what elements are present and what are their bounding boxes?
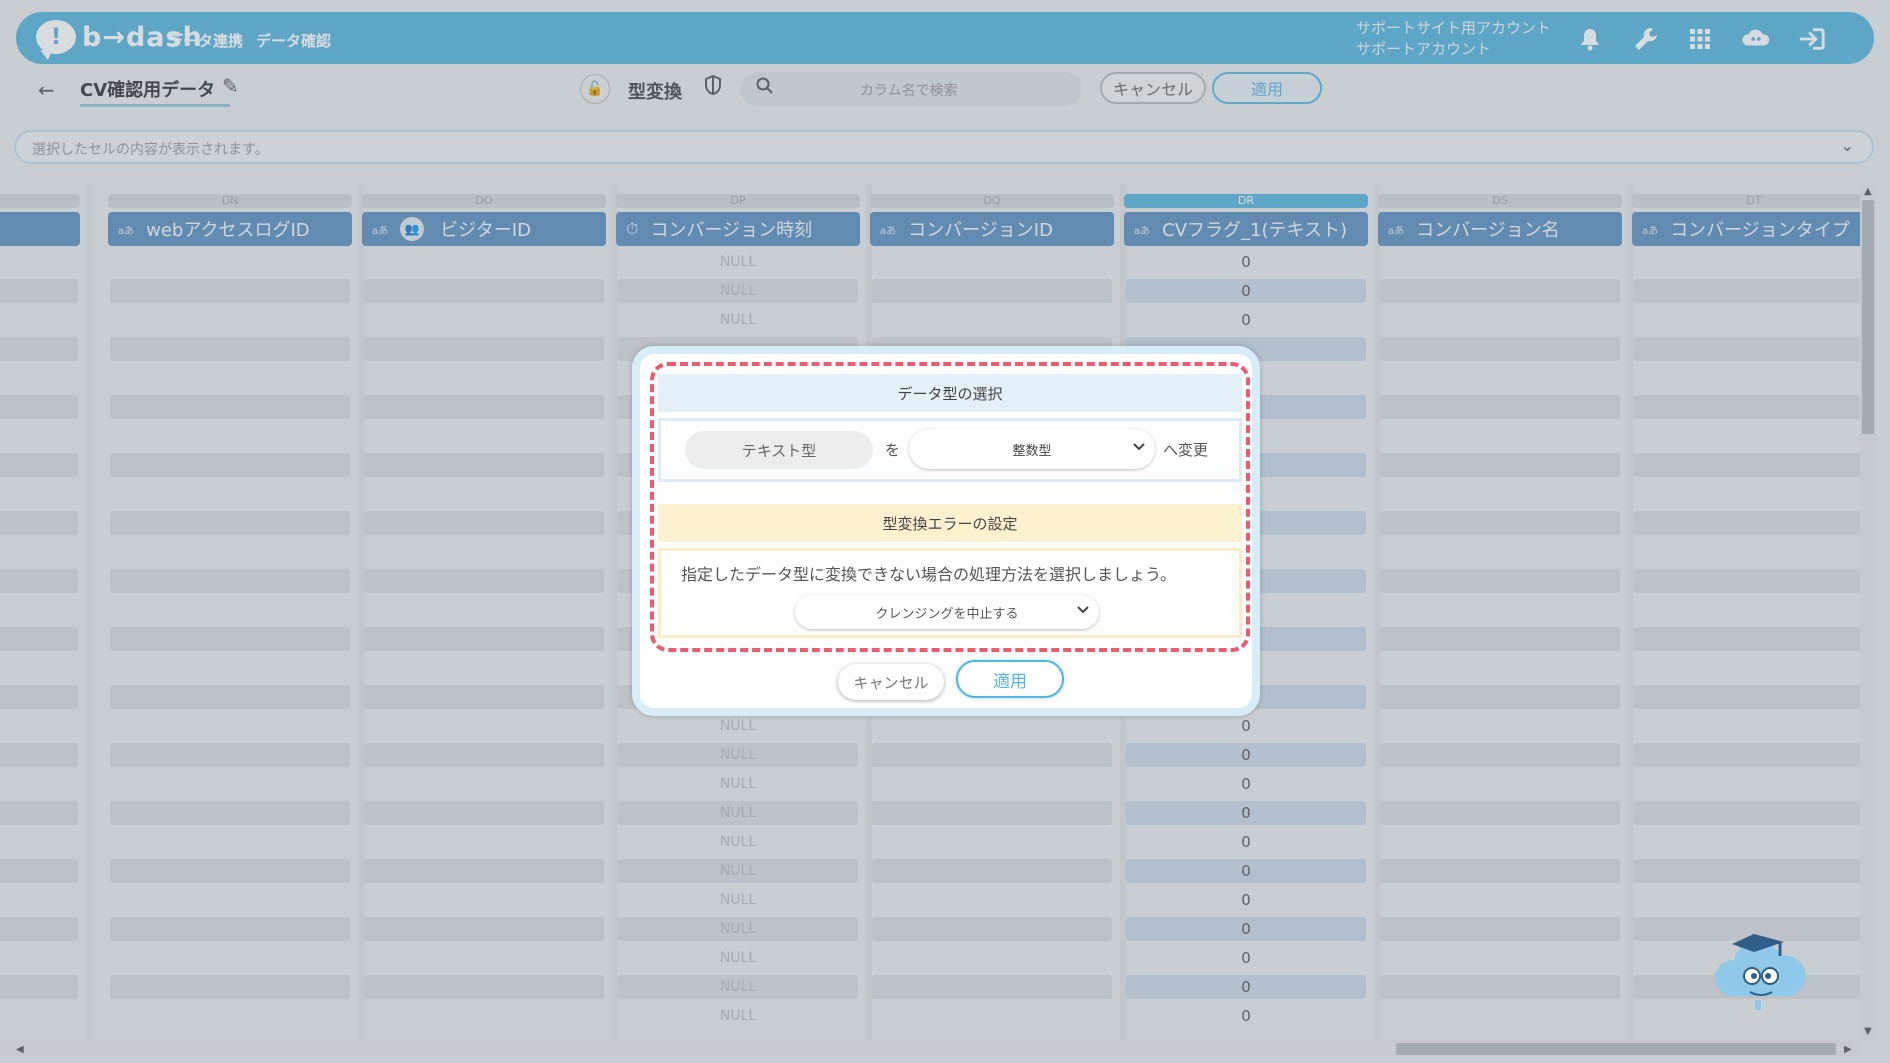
chevron-down-icon xyxy=(1077,602,1089,618)
current-type-pill: テキスト型 xyxy=(685,431,873,469)
mascot-helper-icon[interactable] xyxy=(1714,928,1810,1014)
particle-wo: を xyxy=(885,441,901,459)
change-suffix: へ変更 xyxy=(1163,441,1209,459)
modal-apply-button[interactable]: 適用 xyxy=(956,660,1064,698)
modal-cancel-button[interactable]: キャンセル xyxy=(838,664,944,700)
target-type-value: 整数型 xyxy=(1012,443,1052,459)
type-conversion-modal: データ型の選択 テキスト型 を 整数型 へ変更 型変換エラーの設定 指定したデー… xyxy=(632,346,1260,716)
error-setting-description: 指定したデータ型に変換できない場合の処理方法を選択しましょう。 xyxy=(681,565,1177,584)
data-type-section: テキスト型 を 整数型 へ変更 xyxy=(658,418,1242,482)
target-type-select[interactable]: 整数型 xyxy=(909,429,1155,469)
error-handling-select[interactable]: クレンジングを中止する xyxy=(795,595,1099,629)
data-type-section-title: データ型の選択 xyxy=(658,374,1242,412)
error-setting-section: 指定したデータ型に変換できない場合の処理方法を選択しましょう。 クレンジングを中… xyxy=(658,548,1242,638)
chevron-down-icon xyxy=(1133,439,1145,455)
error-handling-value: クレンジングを中止する xyxy=(875,606,1019,622)
error-setting-section-title: 型変換エラーの設定 xyxy=(658,504,1242,542)
